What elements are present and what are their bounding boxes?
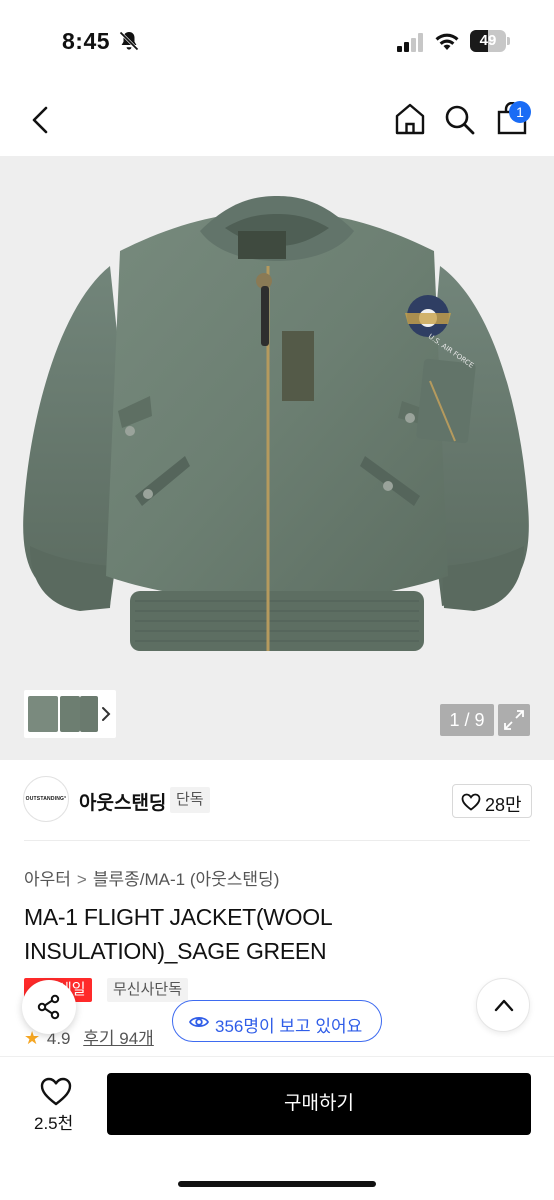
reviews-link[interactable]: 후기 94개 [83, 1029, 154, 1048]
share-button[interactable] [22, 980, 76, 1034]
like-count: 2.5천 [34, 1114, 74, 1133]
viewers-pill[interactable]: 356명이 보고 있어요 [172, 1000, 382, 1042]
back-arrow-icon[interactable] [26, 104, 54, 136]
thumbnail-2[interactable] [60, 696, 80, 732]
bottom-action-bar: 2.5천 구매하기 [0, 1056, 554, 1200]
thumbnail-1[interactable] [28, 696, 58, 732]
like-heart-icon[interactable] [40, 1077, 72, 1107]
bell-muted-icon [118, 30, 140, 52]
brand-like-button[interactable]: 28만 [452, 784, 532, 818]
wifi-icon [435, 33, 459, 50]
scroll-to-top-button[interactable] [476, 978, 530, 1032]
viewers-text: 356명이 보고 있어요 [215, 1017, 363, 1036]
breadcrumb-category[interactable]: 아우터 [24, 870, 71, 889]
breadcrumb-subcategory[interactable]: 블루종/MA-1 (아웃스탠딩) [93, 870, 280, 889]
product-image-gallery[interactable]: U.S. AIR FORCE 1 / 9 [0, 156, 554, 760]
chevron-right-icon[interactable] [100, 704, 112, 724]
thumbnail-3[interactable] [80, 696, 98, 732]
chevron-up-icon [494, 999, 514, 1012]
product-title: MA-1 FLIGHT JACKET(WOOL INSULATION)_SAGE… [24, 904, 332, 964]
cellular-signal-icon [397, 33, 423, 52]
battery-icon: 49 [470, 30, 510, 52]
home-indicator [178, 1181, 376, 1187]
status-time: 8:45 [62, 28, 111, 54]
expand-image-button[interactable] [498, 704, 530, 736]
brand-row: OUTSTANDING° 아웃스탠딩 단독 28만 [0, 776, 554, 826]
product-photo: U.S. AIR FORCE [23, 196, 529, 651]
search-icon[interactable] [444, 104, 476, 136]
divider [24, 840, 530, 841]
expand-icon [504, 710, 524, 730]
brand-logo[interactable]: OUTSTANDING° [23, 776, 69, 822]
exclusive-tag: 무신사단독 [107, 978, 189, 1002]
thumbnail-strip[interactable] [24, 690, 116, 738]
share-icon [37, 994, 60, 1020]
breadcrumb: 아우터 > 블루종/MA-1 (아웃스탠딩) [24, 865, 279, 890]
brand-exclusive-badge: 단독 [170, 787, 210, 813]
brand-name[interactable]: 아웃스탠딩 [79, 788, 166, 815]
brand-like-count: 28만 [485, 795, 522, 815]
home-icon[interactable] [394, 102, 426, 136]
top-nav: 1 [0, 84, 554, 156]
cart-count-badge: 1 [509, 101, 531, 123]
breadcrumb-separator: > [76, 870, 87, 889]
heart-icon [461, 793, 481, 811]
buy-button[interactable]: 구매하기 [107, 1073, 531, 1135]
eye-icon [189, 1016, 209, 1028]
image-counter: 1 / 9 [440, 704, 494, 736]
status-bar: 8:45 49 [0, 0, 554, 84]
